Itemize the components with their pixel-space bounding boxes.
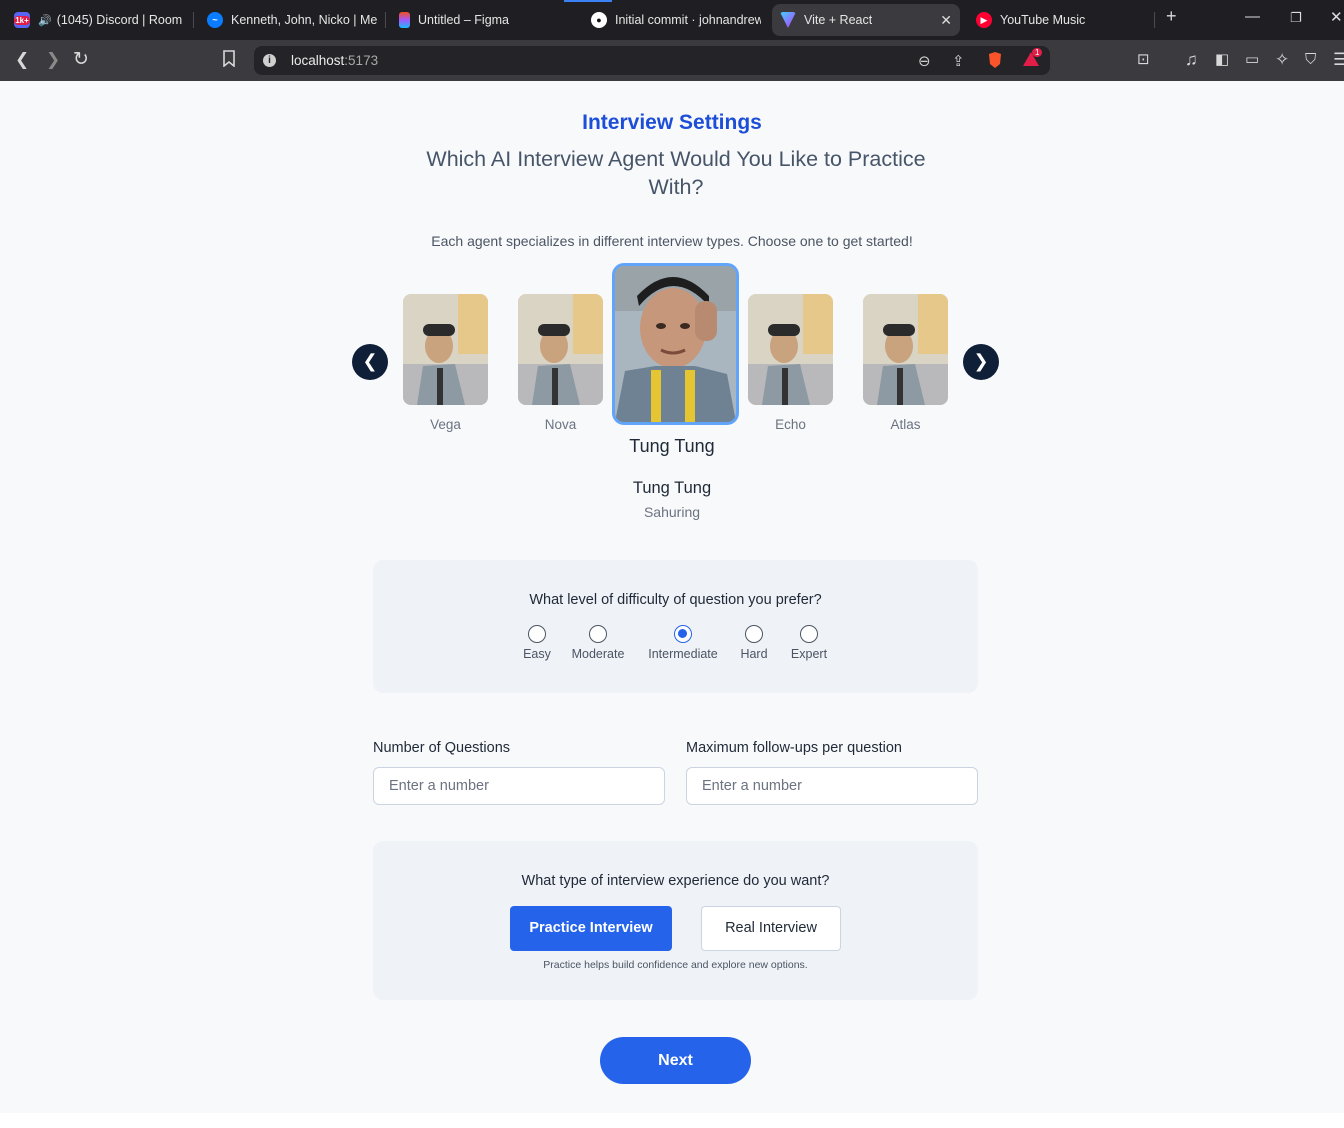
reload-icon[interactable]: ↻ xyxy=(73,50,89,70)
figma-icon xyxy=(399,12,410,28)
radio-button-selected[interactable] xyxy=(674,625,692,643)
menu-icon[interactable]: ☰ xyxy=(1333,50,1344,70)
next-button[interactable]: Next xyxy=(600,1037,751,1084)
max-followups-label: Maximum follow-ups per question xyxy=(686,740,902,756)
experience-panel: What type of interview experience do you… xyxy=(373,841,978,1000)
agent-name: Vega xyxy=(430,417,461,432)
site-info-icon[interactable]: i xyxy=(263,54,276,67)
agent-photo xyxy=(748,294,833,405)
tab-figma[interactable]: Untitled – Figma xyxy=(399,4,569,36)
github-icon: ● xyxy=(591,12,607,28)
youtube-music-icon: ▶ xyxy=(976,12,992,28)
difficulty-option-easy[interactable]: Easy xyxy=(517,625,557,661)
agent-name: Nova xyxy=(544,417,577,432)
difficulty-option-intermediate[interactable]: Intermediate xyxy=(644,625,722,661)
browser-toolbar: ❮ ❯ ↻ i localhost:5173 ⊖ ⇪ 1 ⊡ ♫ ◧ ▭ ✧ ⛉… xyxy=(0,40,1344,81)
page-subtitle: Which AI Interview Agent Would You Like … xyxy=(426,147,926,199)
difficulty-panel: What level of difficulty of question you… xyxy=(373,560,978,693)
tab-messenger[interactable]: ~ Kenneth, John, Nicko | Mes xyxy=(207,4,377,36)
minimize-icon[interactable]: — xyxy=(1245,8,1260,25)
tab-github[interactable]: ● Initial commit · johnandrew xyxy=(591,4,761,36)
practice-interview-button[interactable]: Practice Interview xyxy=(510,906,672,951)
radio-button[interactable] xyxy=(589,625,607,643)
num-questions-input[interactable] xyxy=(373,767,665,805)
chevron-right-icon: ❯ xyxy=(973,351,989,371)
agent-card-echo[interactable]: Echo xyxy=(748,294,833,432)
tab-search-icon[interactable]: ⊡ xyxy=(1137,50,1150,70)
restore-icon[interactable]: ❐ xyxy=(1290,10,1302,26)
chevron-left-icon: ❮ xyxy=(362,351,378,371)
agent-name: Echo xyxy=(775,417,806,432)
tab-youtube-music[interactable]: ▶ YouTube Music xyxy=(976,4,1146,36)
page-description: Each agent specializes in different inte… xyxy=(431,233,913,249)
wallet-icon[interactable]: ▭ xyxy=(1245,50,1259,70)
vpn-icon[interactable]: ⛉ xyxy=(1305,50,1316,70)
page-title: Interview Settings xyxy=(582,111,762,134)
agent-card-nova[interactable]: Nova xyxy=(518,294,603,432)
agent-card-atlas[interactable]: Atlas xyxy=(863,294,948,432)
close-tab-icon[interactable]: ✕ xyxy=(940,12,952,29)
difficulty-option-hard[interactable]: Hard xyxy=(734,625,774,661)
experience-hint: Practice helps build confidence and expl… xyxy=(543,959,808,971)
agent-photo xyxy=(403,294,488,405)
tab-separator xyxy=(193,12,194,28)
discord-icon: 1k+ xyxy=(14,12,30,28)
messenger-icon: ~ xyxy=(207,12,223,28)
difficulty-option-moderate[interactable]: Moderate xyxy=(568,625,628,661)
brave-rewards-icon[interactable]: 1 xyxy=(1022,48,1043,71)
tab-discord[interactable]: 1k+ 🔊 (1045) Discord | Room 2 xyxy=(14,4,184,36)
tab-vite-react[interactable]: Vite + React ✕ xyxy=(772,4,960,36)
radio-button[interactable] xyxy=(528,625,546,643)
real-interview-button[interactable]: Real Interview xyxy=(701,906,841,951)
back-icon[interactable]: ❮ xyxy=(15,50,29,70)
interview-settings-page: Interview Settings Which AI Interview Ag… xyxy=(0,81,1344,1113)
loading-indicator xyxy=(564,0,612,2)
radio-button[interactable] xyxy=(745,625,763,643)
media-icon[interactable]: ♫ xyxy=(1185,50,1198,70)
close-window-icon[interactable]: ✕ xyxy=(1330,8,1343,26)
max-followups-input[interactable] xyxy=(686,767,978,805)
experience-question: What type of interview experience do you… xyxy=(521,873,830,889)
tab-separator xyxy=(1154,12,1155,28)
url-text: localhost:5173 xyxy=(291,53,379,68)
selected-agent-name: Tung Tung xyxy=(632,479,712,497)
carousel-prev-button[interactable]: ❮ xyxy=(352,344,388,380)
new-tab-icon[interactable]: + xyxy=(1166,6,1177,27)
bookmark-icon[interactable] xyxy=(222,50,236,72)
share-icon[interactable]: ⇪ xyxy=(952,52,965,70)
zoom-icon[interactable]: ⊖ xyxy=(918,52,931,70)
agent-photo xyxy=(615,266,736,422)
difficulty-question: What level of difficulty of question you… xyxy=(529,592,822,608)
speaker-icon: 🔊 xyxy=(38,14,52,27)
address-bar[interactable]: i localhost:5173 ⊖ ⇪ 1 xyxy=(254,46,1050,75)
agent-card-vega[interactable]: Vega xyxy=(403,294,488,432)
agent-photo xyxy=(863,294,948,405)
leo-ai-icon[interactable]: ✧ xyxy=(1275,50,1289,70)
radio-button[interactable] xyxy=(800,625,818,643)
brave-shields-icon[interactable] xyxy=(987,51,1003,73)
agent-photo xyxy=(518,294,603,405)
forward-icon[interactable]: ❯ xyxy=(46,50,60,70)
tab-separator xyxy=(385,12,386,28)
sidebar-icon[interactable]: ◧ xyxy=(1215,50,1229,70)
browser-tab-bar: 1k+ 🔊 (1045) Discord | Room 2 ~ Kenneth,… xyxy=(0,0,1344,40)
carousel-next-button[interactable]: ❯ xyxy=(963,344,999,380)
selected-agent-role: Sahuring xyxy=(643,504,701,520)
agent-card-tung-tung-selected[interactable] xyxy=(612,263,739,425)
num-questions-label: Number of Questions xyxy=(373,740,511,756)
difficulty-option-expert[interactable]: Expert xyxy=(786,625,832,661)
carousel-selected-name: Tung Tung xyxy=(629,436,715,456)
vite-icon xyxy=(780,12,796,28)
agent-name: Atlas xyxy=(890,417,921,432)
